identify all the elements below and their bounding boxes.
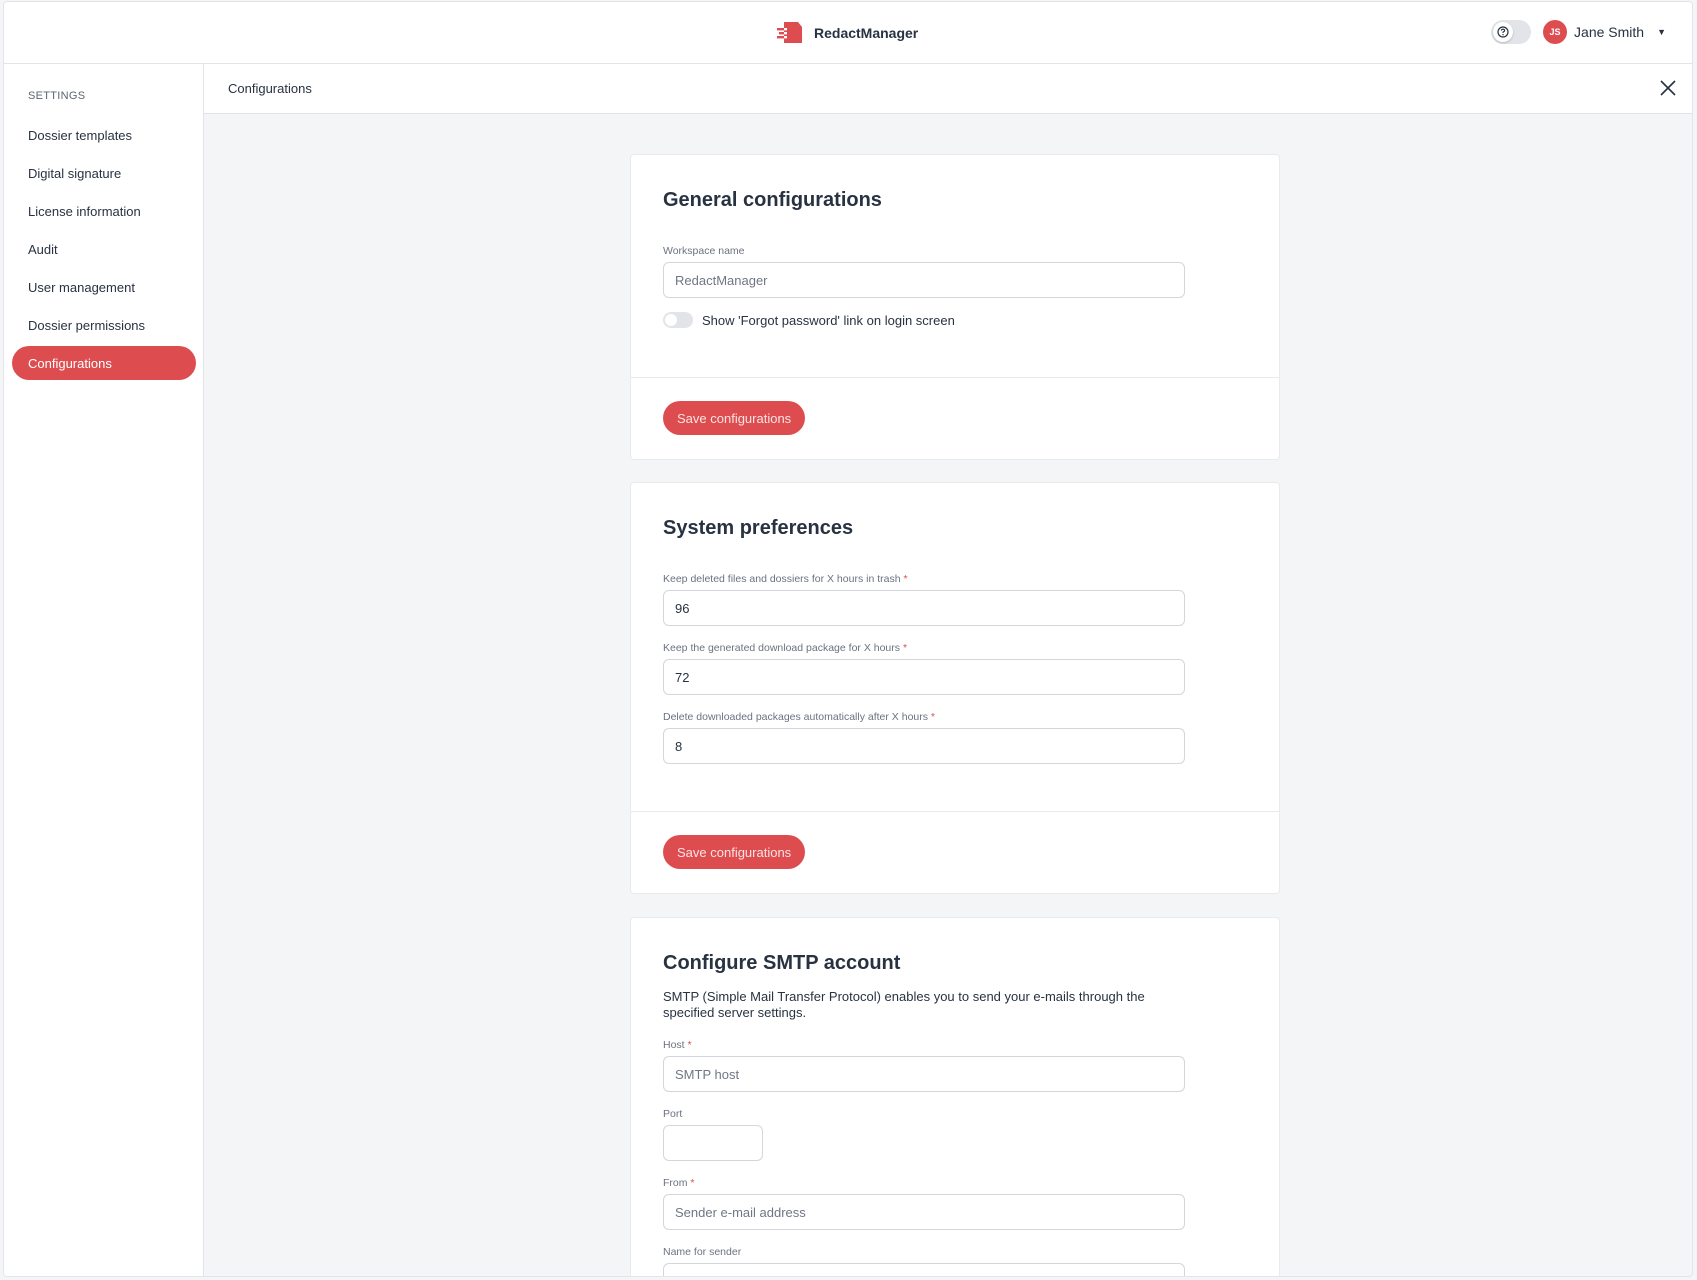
workspace-name-input[interactable] [663, 262, 1185, 298]
from-label: From [663, 1177, 688, 1189]
brand[interactable]: RedactManager [776, 19, 918, 47]
smtp-description: SMTP (Simple Mail Transfer Protocol) ena… [663, 989, 1145, 1020]
user-name: Jane Smith [1574, 24, 1645, 40]
forgot-password-toggle[interactable] [663, 312, 693, 328]
app-window: RedactManager JS Jane Smith ▼ SETTINGS D… [3, 1, 1693, 1277]
port-label: Port [663, 1108, 683, 1120]
help-mode-toggle[interactable] [1491, 20, 1532, 44]
section-heading: Configure SMTP account [663, 952, 901, 974]
page-title: Configurations [228, 81, 312, 96]
sender-name-label: Name for sender [663, 1246, 742, 1258]
save-system-button[interactable]: Save configurations [663, 835, 806, 869]
smtp-port-input[interactable] [663, 1125, 763, 1161]
caret-down-icon: ▼ [1657, 27, 1666, 37]
section-heading: System preferences [663, 517, 854, 539]
workspace-name-label: Workspace name [663, 245, 745, 257]
sidebar-item-audit[interactable]: Audit [12, 232, 196, 266]
delete-hours-input[interactable] [663, 728, 1185, 764]
close-icon [1660, 80, 1676, 96]
download-hours-label: Keep the generated download package for … [663, 642, 901, 654]
header-actions: JS Jane Smith ▼ [1491, 20, 1666, 44]
top-header: RedactManager JS Jane Smith ▼ [4, 2, 1692, 64]
save-general-button[interactable]: Save configurations [663, 401, 806, 435]
sidebar-nav: Dossier templates Digital signature Lice… [12, 118, 196, 384]
smtp-host-input[interactable] [663, 1056, 1185, 1092]
close-button[interactable] [1658, 78, 1678, 98]
forgot-password-toggle-label: Show 'Forgot password' link on login scr… [702, 312, 955, 328]
download-hours-input[interactable] [663, 659, 1185, 695]
sidebar-item-user-management[interactable]: User management [12, 270, 196, 304]
avatar: JS [1543, 20, 1568, 44]
user-menu[interactable]: JS Jane Smith ▼ [1543, 20, 1666, 44]
settings-sidebar: SETTINGS Dossier templates Digital signa… [4, 64, 204, 1276]
system-preferences-card: System preferences Keep deleted files an… [630, 482, 1280, 894]
sidebar-title: SETTINGS [28, 90, 86, 102]
app-name: RedactManager [814, 25, 919, 41]
delete-hours-label: Delete downloaded packages automatically… [663, 711, 928, 723]
smtp-sender-name-input[interactable] [663, 1263, 1185, 1276]
trash-hours-label: Keep deleted files and dossiers for X ho… [663, 573, 901, 585]
redact-logo-icon [777, 22, 802, 43]
sidebar-item-configurations[interactable]: Configurations [12, 346, 196, 380]
smtp-from-input[interactable] [663, 1194, 1185, 1230]
general-configurations-card: General configurations Workspace name Sh… [630, 154, 1280, 460]
sidebar-item-dossier-permissions[interactable]: Dossier permissions [12, 308, 196, 342]
sidebar-item-license-information[interactable]: License information [12, 194, 196, 228]
section-heading: General configurations [663, 189, 882, 211]
sidebar-item-digital-signature[interactable]: Digital signature [12, 156, 196, 190]
question-circle-icon [1497, 26, 1509, 38]
page-header: Configurations [204, 64, 1692, 114]
sidebar-item-dossier-templates[interactable]: Dossier templates [12, 118, 196, 152]
smtp-account-card: Configure SMTP account SMTP (Simple Mail… [630, 917, 1280, 1276]
trash-hours-input[interactable] [663, 590, 1185, 626]
host-label: Host [663, 1039, 685, 1051]
